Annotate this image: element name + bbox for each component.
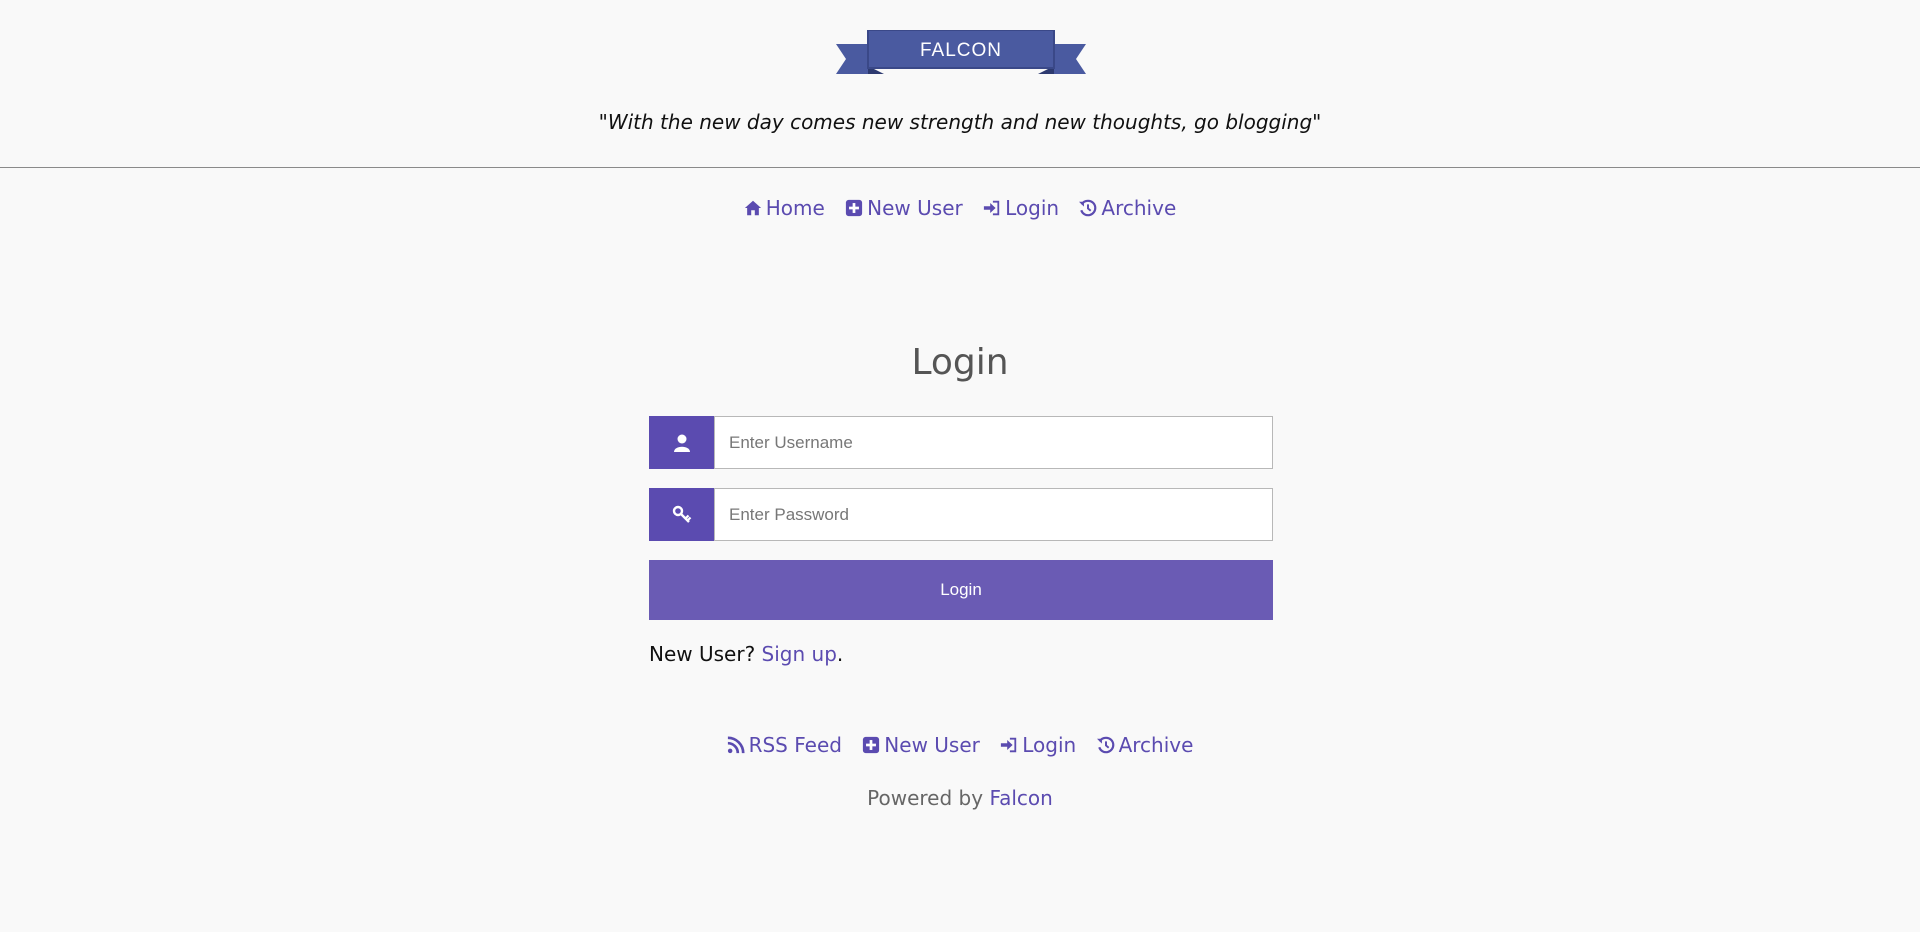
password-row <box>649 488 1273 541</box>
powered-by: Powered by Falcon <box>0 786 1920 810</box>
signup-prompt: New User? Sign up. <box>649 642 1273 666</box>
falcon-logo[interactable]: FALCON <box>836 29 1086 76</box>
sign-in-icon <box>983 200 1000 216</box>
footer-item-rss[interactable]: RSS Feed <box>727 733 842 757</box>
nav-item-archive[interactable]: Archive <box>1079 196 1176 220</box>
nav-item-label: Archive <box>1101 196 1177 220</box>
history-icon <box>1079 199 1097 217</box>
site-header: FALCON "With the new day comes new stren… <box>0 0 1920 168</box>
footer-item-label: RSS Feed <box>748 733 842 757</box>
nav-item-label: Login <box>1005 196 1060 220</box>
footer-navigation: RSS Feed New User Login Archive <box>0 733 1920 759</box>
rss-icon <box>727 736 745 754</box>
footer-item-label: Login <box>1022 733 1077 757</box>
footer-item-new-user[interactable]: New User <box>862 733 980 757</box>
username-input[interactable] <box>714 416 1273 469</box>
username-row <box>649 416 1273 469</box>
footer-item-label: Archive <box>1118 733 1194 757</box>
logo-text: FALCON <box>920 40 1002 61</box>
footer-item-label: New User <box>884 733 980 757</box>
nav-item-home[interactable]: Home <box>744 196 825 220</box>
nav-item-label: New User <box>867 196 963 220</box>
signup-prefix: New User? <box>649 642 756 666</box>
ribbon-logo-graphic: FALCON <box>836 29 1086 74</box>
home-icon <box>744 200 761 216</box>
login-form: Login New User? Sign up. <box>649 416 1273 666</box>
signup-suffix: . <box>836 642 844 666</box>
nav-item-new-user[interactable]: New User <box>845 196 963 220</box>
user-icon <box>673 434 690 452</box>
username-addon <box>649 416 714 469</box>
powered-link[interactable]: Falcon <box>989 786 1052 810</box>
password-input[interactable] <box>714 488 1273 541</box>
top-navigation: Home New User Login Archive <box>0 196 1920 222</box>
signup-link[interactable]: Sign up <box>762 642 837 666</box>
nav-item-login[interactable]: Login <box>983 196 1059 220</box>
powered-prefix: Powered by <box>867 786 984 810</box>
footer-item-archive[interactable]: Archive <box>1096 733 1194 757</box>
nav-item-label: Home <box>765 196 825 220</box>
key-icon <box>672 505 691 523</box>
password-addon <box>649 488 714 541</box>
plus-square-icon <box>863 736 880 754</box>
plus-square-icon <box>846 199 863 217</box>
footer-item-login[interactable]: Login <box>1000 733 1076 757</box>
site-tagline: "With the new day comes new strength and… <box>598 110 1322 134</box>
page-title: Login <box>911 342 1009 383</box>
login-button[interactable]: Login <box>649 560 1273 620</box>
sign-in-icon <box>1001 737 1017 753</box>
history-icon <box>1096 736 1114 754</box>
